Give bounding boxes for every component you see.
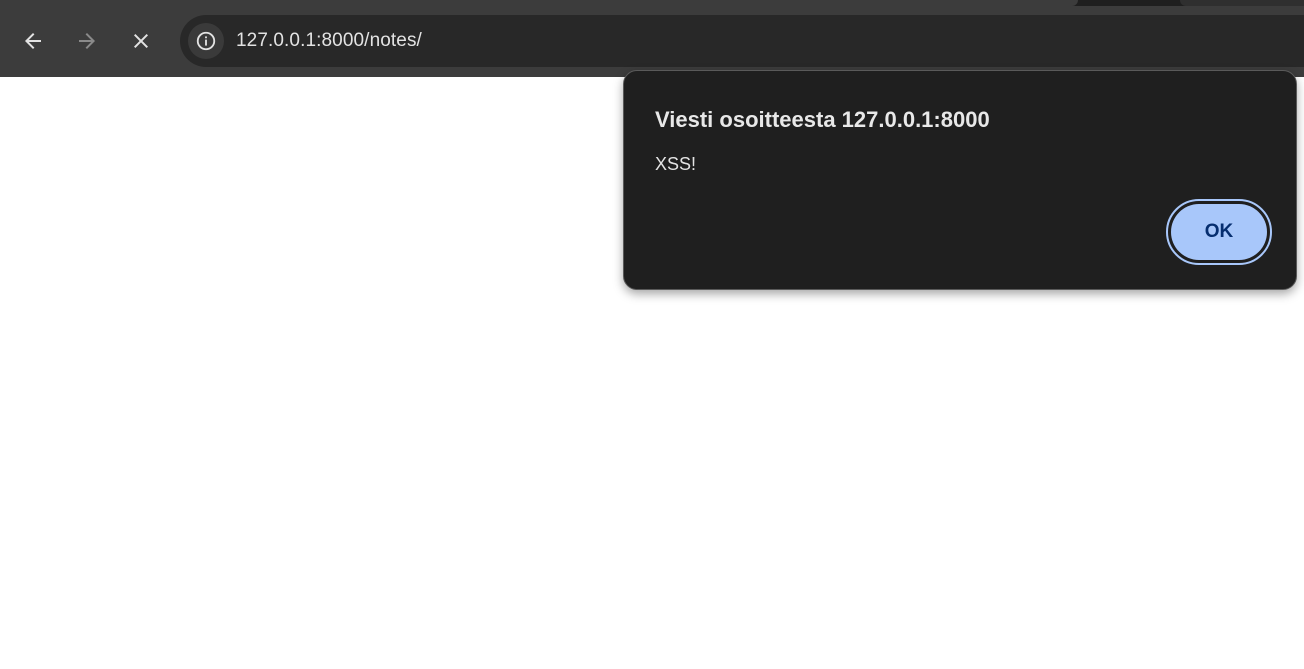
alert-title: Viesti osoitteesta 127.0.0.1:8000 — [655, 107, 990, 132]
ok-button[interactable]: OK — [1166, 199, 1272, 265]
forward-button[interactable] — [73, 27, 101, 55]
info-icon — [196, 31, 216, 51]
alert-dialog: Viesti osoitteesta 127.0.0.1:8000 XSS! O… — [623, 70, 1297, 290]
ok-button-label: OK — [1171, 204, 1267, 260]
alert-message: XSS! — [655, 154, 697, 174]
close-icon — [134, 34, 148, 48]
arrow-right-icon — [79, 33, 95, 49]
url-text[interactable]: 127.0.0.1:8000/notes/ — [236, 30, 422, 52]
address-bar[interactable]: 127.0.0.1:8000/notes/ — [180, 15, 1304, 67]
stop-loading-button[interactable] — [127, 27, 155, 55]
back-button[interactable] — [19, 27, 47, 55]
browser-toolbar: 127.0.0.1:8000/notes/ — [0, 6, 1304, 77]
arrow-left-icon — [25, 33, 41, 49]
site-info-button[interactable] — [188, 23, 224, 59]
browser-window-chrome: 127.0.0.1:8000/notes/ — [0, 0, 1304, 77]
